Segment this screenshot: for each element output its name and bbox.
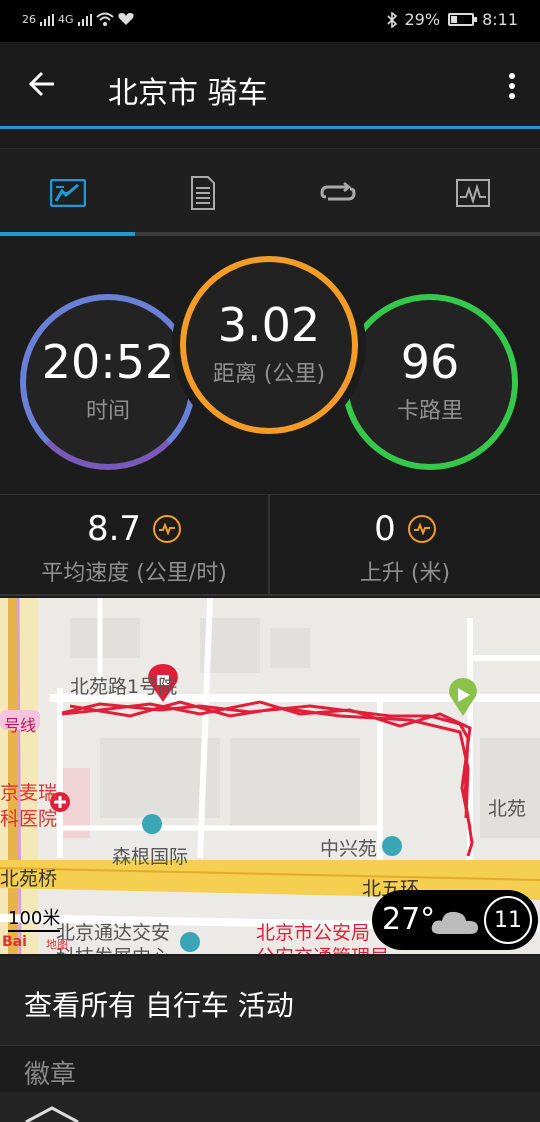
metrics-rings: 20:52 时间 96 卡路里 3.02 距离 (公里): [0, 236, 540, 494]
battery-fill: [451, 16, 458, 23]
map-scale: 100米: [8, 904, 61, 932]
clock-time: 8:11: [482, 10, 518, 29]
status-right: 29% 8:11: [386, 10, 518, 29]
weather-temp: 27°: [382, 902, 436, 937]
clock-value: 11: [494, 907, 522, 933]
calories-ring: 96 卡路里: [342, 294, 518, 470]
baidu-map-logo: 地图: [46, 938, 68, 951]
distance-label: 距离 (公里): [212, 362, 326, 387]
tab-bar: [0, 148, 540, 236]
pulse-icon: [407, 515, 436, 543]
status-left: 26 4G: [22, 12, 134, 26]
calories-value: 96: [400, 335, 460, 389]
avg-speed-label: 平均速度 (公里/时): [41, 561, 227, 586]
map-label-tongda-1: 北京通达交安: [56, 922, 171, 944]
ascent-stat: 0 上升 (米): [270, 495, 540, 595]
battery-icon: [448, 13, 478, 26]
distance-ring: 3.02 距离 (公里): [180, 256, 358, 434]
signal-label-1: 26: [22, 13, 36, 26]
badges-header: 徽章: [0, 1046, 540, 1092]
appbar-accent-line: [0, 126, 540, 129]
distance-value: 3.02: [217, 298, 321, 352]
badge-icon: [25, 1106, 79, 1122]
map-label-beiyuan: 北苑: [488, 798, 527, 820]
ascent-value: 0: [374, 509, 396, 549]
app-bar: 北京市 骑车: [0, 42, 540, 130]
tab-laps[interactable]: [270, 149, 405, 237]
time-label: 时间: [85, 399, 130, 424]
calories-label: 卡路里: [396, 399, 463, 424]
heart-icon: [117, 13, 134, 25]
badges-label: 徽章: [24, 1060, 77, 1090]
arrow-left-icon: [28, 71, 54, 97]
back-button[interactable]: [24, 64, 64, 104]
signal-label-2: 4G: [58, 13, 74, 26]
map-label-line: 号线: [4, 716, 37, 735]
map-label-tongda-2: 科技发展中心: [56, 942, 170, 954]
map-label-hospital-2: 科医院: [0, 808, 58, 830]
map-label-senggen: 森根国际: [112, 846, 189, 868]
weather-widget: 27° 11: [372, 890, 538, 950]
stats-row: 8.7 平均速度 (公里/时) 0 上升 (米): [0, 494, 540, 596]
map-label-police-1: 北京市公安局: [256, 922, 371, 944]
battery-percent: 29%: [404, 10, 441, 29]
chart-icon: [49, 179, 86, 207]
map-label-bridge: 北苑桥: [0, 868, 58, 890]
baidu-logo: Bai: [2, 934, 27, 950]
pulse-icon: [153, 515, 182, 543]
repeat-icon: [319, 182, 356, 201]
avg-speed-value: 8.7: [86, 509, 142, 549]
time-value: 20:52: [41, 335, 175, 389]
map-label-zhongxing: 中兴苑: [320, 838, 378, 860]
signal-icon: [40, 14, 54, 26]
more-options-button[interactable]: [504, 70, 520, 102]
wifi-icon: [95, 12, 114, 26]
view-all-label: 查看所有 自行车 活动: [24, 989, 294, 1022]
graph-icon: [455, 179, 490, 207]
more-vertical-icon: [509, 73, 515, 99]
view-all-activities-button[interactable]: 查看所有 自行车 活动: [0, 956, 540, 1046]
time-ring: 20:52 时间: [20, 294, 196, 470]
badge-list: [0, 1092, 540, 1122]
page-title: 北京市 骑车: [108, 76, 268, 111]
clock-widget: 11: [484, 896, 532, 944]
avg-speed-stat: 8.7 平均速度 (公里/时): [0, 495, 270, 595]
tab-overview[interactable]: [0, 149, 135, 237]
route-map[interactable]: 北苑路1号院 号线 京麦瑞 科医院 北苑 森根国际 中兴苑 北苑桥 北五环 北京…: [0, 598, 540, 954]
map-label-hospital-1: 京麦瑞: [0, 782, 58, 804]
tab-charts[interactable]: [405, 149, 540, 237]
document-icon: [190, 176, 215, 210]
bluetooth-icon: [386, 11, 397, 28]
cloud-icon: [431, 911, 478, 934]
signal-icon-2: [77, 14, 92, 26]
tab-details[interactable]: [135, 149, 270, 237]
ascent-label: 上升 (米): [359, 561, 451, 586]
map-label-police-2: 公安交通管理局: [256, 942, 389, 954]
status-bar: 26 4G 29% 8:11: [0, 0, 540, 42]
map-label-beiyuan-rd: 北苑路1号院: [70, 676, 178, 698]
